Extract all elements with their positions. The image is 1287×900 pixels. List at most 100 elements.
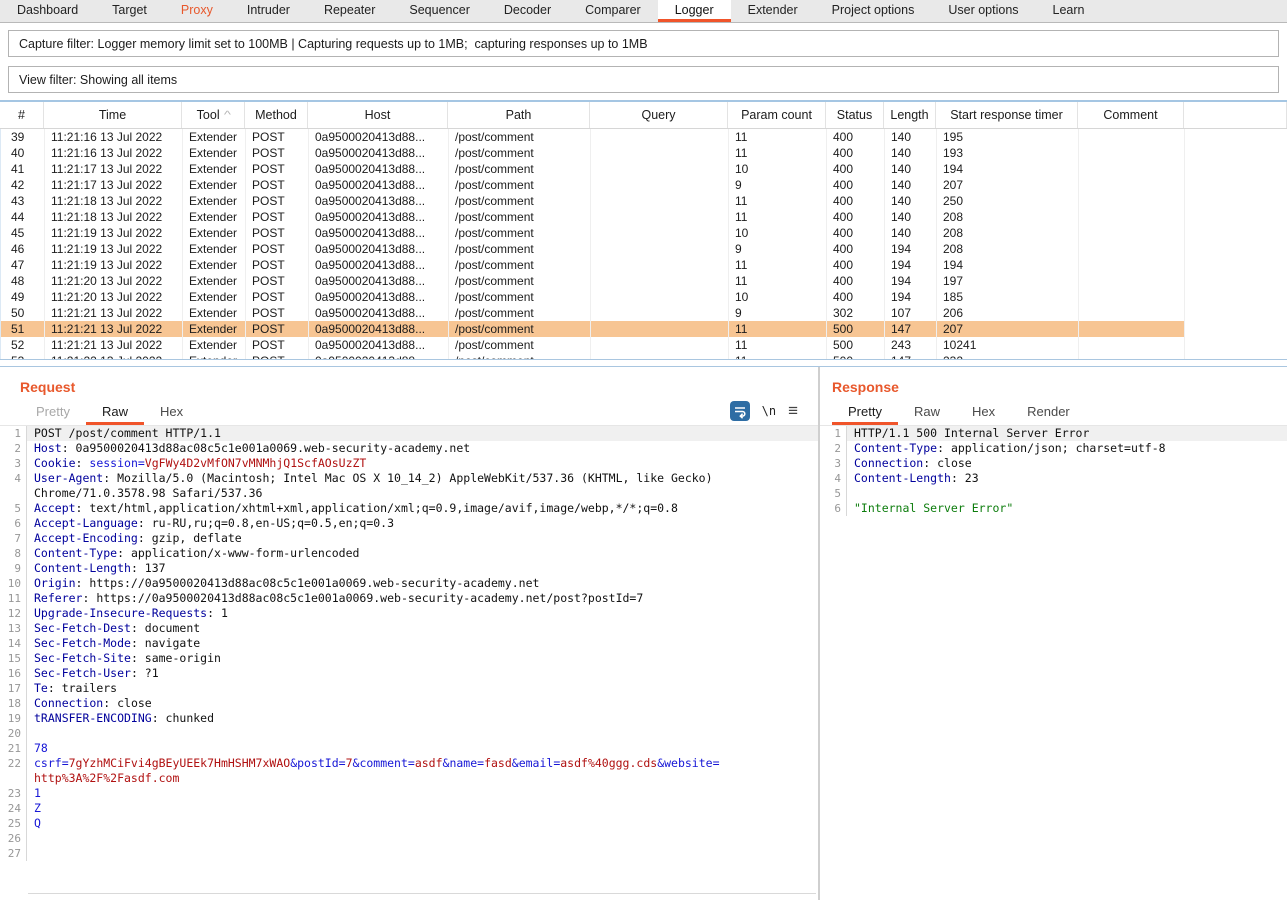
text-segment: 7gYzhMCiFvi4gBEyUEEk7HmHSHM7xWAO	[69, 756, 291, 770]
line-number: 21	[0, 741, 27, 756]
tab-logger[interactable]: Logger	[658, 0, 731, 22]
cell-filler	[1185, 145, 1287, 161]
column-header-filler	[1184, 102, 1287, 128]
request-editor[interactable]: 1POST /post/comment HTTP/1.12Host: 0a950…	[0, 426, 818, 900]
cell-start-response-timer: 185	[937, 289, 1079, 305]
request-tab-raw[interactable]: Raw	[86, 400, 144, 425]
column-header-time[interactable]: Time	[44, 102, 182, 128]
cell-path: /post/comment	[449, 289, 591, 305]
editor-line: http%3A%2F%2Fasdf.com	[0, 771, 818, 786]
tab-decoder[interactable]: Decoder	[487, 0, 568, 22]
cell-filler	[1185, 161, 1287, 177]
column-header-number[interactable]: #	[0, 102, 44, 128]
column-header-status[interactable]: Status	[826, 102, 884, 128]
table-row[interactable]: 5211:21:21 13 Jul 2022ExtenderPOST0a9500…	[1, 337, 1287, 353]
cell-start-response-timer: 208	[937, 209, 1079, 225]
table-row[interactable]: 4911:21:20 13 Jul 2022ExtenderPOST0a9500…	[1, 289, 1287, 305]
cell-query	[591, 353, 729, 359]
cell-host: 0a9500020413d88...	[309, 129, 449, 145]
column-header-param-count[interactable]: Param count	[728, 102, 826, 128]
line-number: 4	[820, 471, 847, 486]
horizontal-splitter[interactable]	[0, 359, 1287, 367]
cell-query	[591, 209, 729, 225]
table-row[interactable]: 4611:21:19 13 Jul 2022ExtenderPOST0a9500…	[1, 241, 1287, 257]
response-tab-hex[interactable]: Hex	[956, 400, 1011, 425]
table-row[interactable]: 4411:21:18 13 Jul 2022ExtenderPOST0a9500…	[1, 209, 1287, 225]
request-tab-hex[interactable]: Hex	[144, 400, 199, 425]
text-segment: : ru-RU,ru;q=0.8,en-US;q=0.5,en;q=0.3	[138, 516, 394, 530]
cell-filler	[1185, 305, 1287, 321]
line-content: Chrome/71.0.3578.98 Safari/537.36	[27, 486, 818, 501]
text-segment: 78	[34, 741, 48, 755]
newline-marker-icon[interactable]: \n	[762, 404, 776, 418]
cell-path: /post/comment	[449, 241, 591, 257]
column-header-query[interactable]: Query	[590, 102, 728, 128]
editor-line: 2Host: 0a9500020413d88ac08c5c1e001a0069.…	[0, 441, 818, 456]
cell-comment	[1079, 145, 1185, 161]
table-row[interactable]: 4811:21:20 13 Jul 2022ExtenderPOST0a9500…	[1, 273, 1287, 289]
request-tab-pretty[interactable]: Pretty	[20, 400, 86, 425]
cell-host: 0a9500020413d88...	[309, 241, 449, 257]
table-row[interactable]: 5311:21:22 13 Jul 2022ExtenderPOST0a9500…	[1, 353, 1287, 359]
tab-target[interactable]: Target	[95, 0, 164, 22]
tab-proxy[interactable]: Proxy	[164, 0, 230, 22]
text-segment: Cookie	[34, 456, 76, 470]
line-content: csrf=7gYzhMCiFvi4gBEyUEEk7HmHSHM7xWAO&po…	[27, 756, 818, 771]
tab-repeater[interactable]: Repeater	[307, 0, 392, 22]
table-row[interactable]: 4511:21:19 13 Jul 2022ExtenderPOST0a9500…	[1, 225, 1287, 241]
tab-project-options[interactable]: Project options	[815, 0, 932, 22]
table-row[interactable]: 3911:21:16 13 Jul 2022ExtenderPOST0a9500…	[1, 129, 1287, 145]
tab-dashboard[interactable]: Dashboard	[0, 0, 95, 22]
column-label-status: Status	[837, 108, 872, 122]
tab-comparer[interactable]: Comparer	[568, 0, 658, 22]
text-segment: : chunked	[152, 711, 214, 725]
column-header-path[interactable]: Path	[448, 102, 590, 128]
capture-filter-bar[interactable]: Capture filter: Logger memory limit set …	[8, 30, 1279, 57]
table-row[interactable]: 4011:21:16 13 Jul 2022ExtenderPOST0a9500…	[1, 145, 1287, 161]
editor-line: 6"Internal Server Error"	[820, 501, 1287, 516]
view-filter-bar[interactable]: View filter: Showing all items	[8, 66, 1279, 93]
text-segment: : same-origin	[131, 651, 221, 665]
cell-comment	[1079, 273, 1185, 289]
response-tab-raw[interactable]: Raw	[898, 400, 956, 425]
cell-start-response-timer: 10241	[937, 337, 1079, 353]
tab-user-options[interactable]: User options	[931, 0, 1035, 22]
text-segment: Te	[34, 681, 48, 695]
tab-intruder[interactable]: Intruder	[230, 0, 307, 22]
table-row[interactable]: 4311:21:18 13 Jul 2022ExtenderPOST0a9500…	[1, 193, 1287, 209]
line-content: Content-Length: 23	[847, 471, 1287, 486]
column-header-method[interactable]: Method	[245, 102, 308, 128]
column-header-tool[interactable]: Tool^	[182, 102, 245, 128]
column-label-start-response-timer: Start response timer	[950, 108, 1063, 122]
tab-extender[interactable]: Extender	[731, 0, 815, 22]
table-row[interactable]: 4111:21:17 13 Jul 2022ExtenderPOST0a9500…	[1, 161, 1287, 177]
text-segment: : https://0a9500020413d88ac08c5c1e001a00…	[82, 591, 643, 605]
table-row[interactable]: 5011:21:21 13 Jul 2022ExtenderPOST0a9500…	[1, 305, 1287, 321]
cell-host: 0a9500020413d88...	[309, 177, 449, 193]
column-header-host[interactable]: Host	[308, 102, 448, 128]
column-header-start-response-timer[interactable]: Start response timer	[936, 102, 1078, 128]
column-header-comment[interactable]: Comment	[1078, 102, 1184, 128]
table-row[interactable]: 4211:21:17 13 Jul 2022ExtenderPOST0a9500…	[1, 177, 1287, 193]
response-tab-render[interactable]: Render	[1011, 400, 1086, 425]
text-segment: &postId=	[290, 756, 345, 770]
cell-query	[591, 305, 729, 321]
table-row-selected[interactable]: 5111:21:21 13 Jul 2022ExtenderPOST0a9500…	[1, 321, 1287, 337]
tab-learn[interactable]: Learn	[1036, 0, 1102, 22]
table-row[interactable]: 4711:21:19 13 Jul 2022ExtenderPOST0a9500…	[1, 257, 1287, 273]
tab-sequencer[interactable]: Sequencer	[392, 0, 486, 22]
editor-menu-icon[interactable]: ≡	[788, 405, 798, 417]
line-number: 12	[0, 606, 27, 621]
cell-start-response-timer: 195	[937, 129, 1079, 145]
cell-start-response-timer: 194	[937, 257, 1079, 273]
line-number: 3	[0, 456, 27, 471]
cell-length: 140	[885, 193, 937, 209]
line-number: 24	[0, 801, 27, 816]
response-editor[interactable]: 1HTTP/1.1 500 Internal Server Error2Cont…	[820, 426, 1287, 900]
line-content: Z	[27, 801, 818, 816]
response-tab-pretty[interactable]: Pretty	[832, 400, 898, 425]
word-wrap-icon[interactable]	[730, 401, 750, 421]
line-number: 10	[0, 576, 27, 591]
cell-comment	[1079, 129, 1185, 145]
column-header-length[interactable]: Length	[884, 102, 936, 128]
